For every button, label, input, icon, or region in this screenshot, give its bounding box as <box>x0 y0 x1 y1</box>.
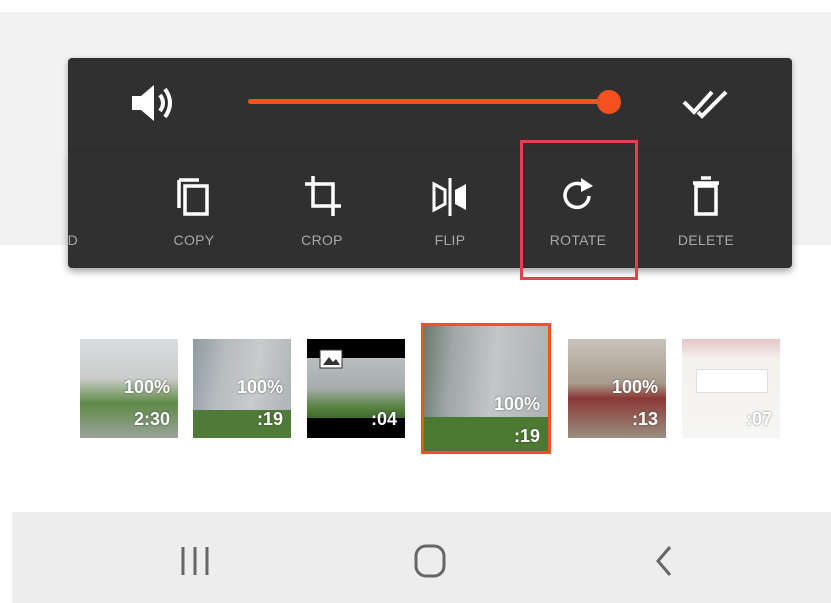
tool-label: COPY <box>173 232 215 248</box>
rotate-highlight-box <box>520 140 638 280</box>
speed-icon <box>68 174 87 218</box>
clip-thumbnail[interactable]: :07 <box>682 339 780 438</box>
clip-thumbnail[interactable]: 100% :19 <box>193 339 291 438</box>
tool-label: DELETE <box>677 232 735 248</box>
top-edge <box>0 0 831 12</box>
clip-duration: 2:30 <box>133 409 170 429</box>
clip-thumbnail[interactable]: 100% 2:30 <box>80 339 178 438</box>
tool-crop[interactable]: CROP <box>262 152 382 268</box>
recent-apps-icon[interactable] <box>175 541 215 581</box>
tool-flip[interactable]: FLIP <box>390 152 510 268</box>
tool-copy[interactable]: COPY <box>134 152 254 268</box>
tool-label: CROP <box>301 232 343 248</box>
clip-scene <box>696 369 768 393</box>
volume-slider-track[interactable] <box>248 99 610 104</box>
copy-icon <box>177 178 209 216</box>
clip-duration: :07 <box>745 409 772 429</box>
edit-toolbar: ED COPY CROP FLIP ROTATE <box>68 152 792 268</box>
clip-duration: :04 <box>370 409 397 429</box>
tool-label: ED <box>68 232 79 248</box>
tool-delete[interactable]: DELETE <box>646 152 766 268</box>
clip-duration: :19 <box>513 426 540 446</box>
clip-thumbnail-selected[interactable]: 100% :19 <box>421 323 551 454</box>
back-icon[interactable] <box>650 541 680 581</box>
flip-icon <box>432 178 466 216</box>
clip-thumbnail[interactable]: :04 <box>307 339 405 438</box>
image-icon <box>319 349 343 369</box>
clip-percent: 100% <box>123 377 170 397</box>
clip-percent: 100% <box>236 377 283 397</box>
crop-icon <box>305 176 341 216</box>
volume-icon[interactable] <box>128 82 178 124</box>
clip-percent: 100% <box>611 377 658 397</box>
delete-icon <box>693 176 719 216</box>
clip-thumbnail[interactable]: 100% :13 <box>568 339 666 438</box>
volume-slider-thumb[interactable] <box>597 90 621 114</box>
tool-speed[interactable]: ED <box>68 152 128 268</box>
clip-duration: :13 <box>631 409 658 429</box>
clip-duration: :19 <box>256 409 283 429</box>
home-icon[interactable] <box>410 541 450 581</box>
tool-label: FLIP <box>434 232 466 248</box>
clip-percent: 100% <box>493 394 540 414</box>
double-check-icon[interactable] <box>680 86 732 120</box>
